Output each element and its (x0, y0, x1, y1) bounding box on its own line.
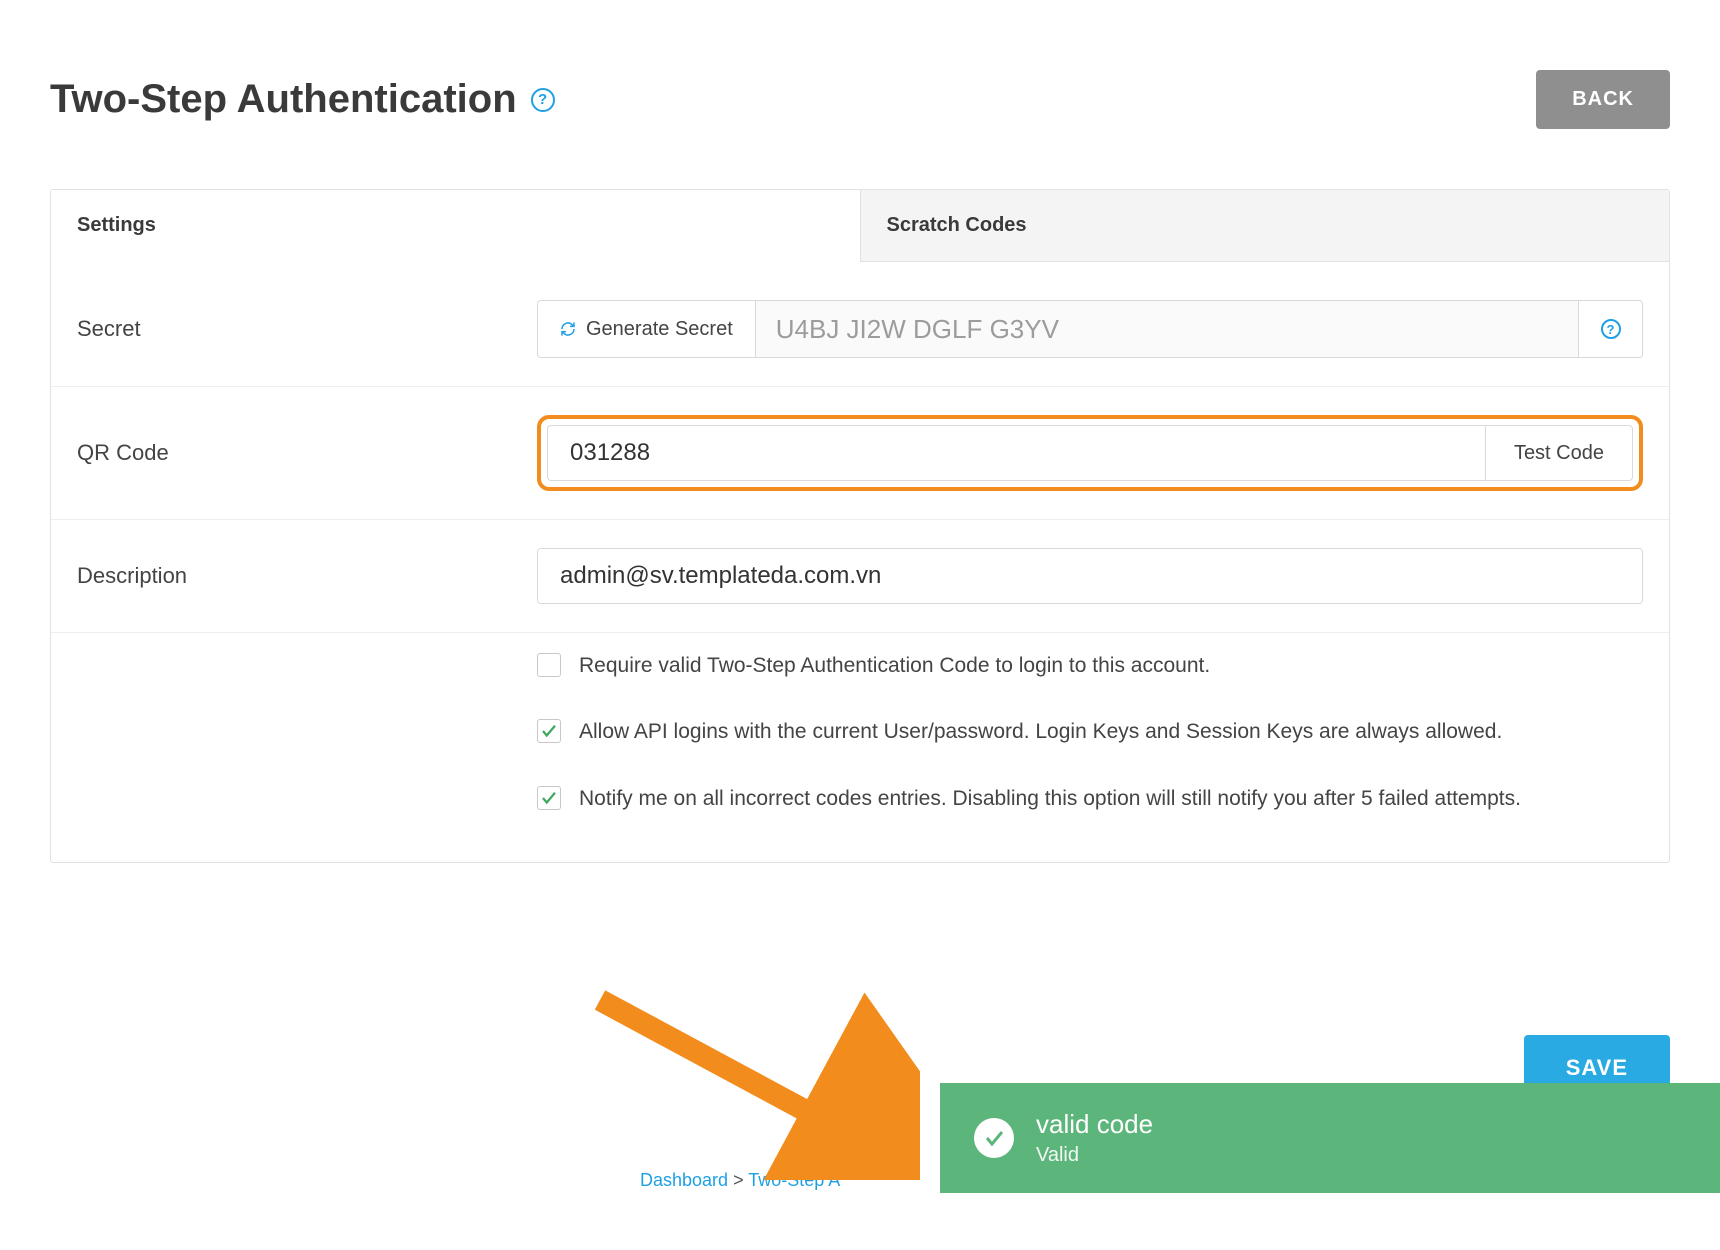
allow-api-checkbox[interactable] (537, 719, 561, 743)
back-button[interactable]: BACK (1536, 70, 1670, 129)
qr-code-label: QR Code (77, 440, 517, 466)
notify-label: Notify me on all incorrect codes entries… (579, 784, 1521, 814)
breadcrumb: Dashboard > Two-Step A (640, 1170, 840, 1191)
breadcrumb-sep: > (728, 1170, 748, 1190)
allow-api-label: Allow API logins with the current User/p… (579, 717, 1502, 747)
tab-scratch-codes[interactable]: Scratch Codes (860, 190, 1670, 262)
annotation-arrow-icon (580, 980, 920, 1180)
toast-title: valid code (1036, 1109, 1153, 1140)
notify-checkbox[interactable] (537, 786, 561, 810)
settings-panel: Settings Scratch Codes Secret Generate S… (50, 189, 1670, 863)
test-code-button[interactable]: Test Code (1485, 425, 1633, 481)
generate-secret-button[interactable]: Generate Secret (537, 300, 755, 358)
secret-help-button[interactable]: ? (1579, 300, 1643, 358)
check-circle-icon (974, 1118, 1014, 1158)
toast-valid-code: valid code Valid (940, 1083, 1720, 1193)
help-icon[interactable]: ? (531, 88, 555, 112)
tab-settings[interactable]: Settings (51, 190, 860, 262)
breadcrumb-current[interactable]: Two-Step A (748, 1170, 840, 1190)
refresh-icon (560, 321, 576, 337)
description-label: Description (77, 563, 517, 589)
require-2fa-label: Require valid Two-Step Authentication Co… (579, 651, 1210, 681)
toast-subtitle: Valid (1036, 1144, 1153, 1167)
secret-label: Secret (77, 316, 517, 342)
page-title-text: Two-Step Authentication (50, 77, 517, 122)
breadcrumb-dashboard[interactable]: Dashboard (640, 1170, 728, 1190)
generate-secret-label: Generate Secret (586, 318, 733, 341)
qr-code-input[interactable] (547, 425, 1485, 481)
secret-value: U4BJ JI2W DGLF G3YV (755, 300, 1579, 358)
require-2fa-checkbox[interactable] (537, 653, 561, 677)
description-input[interactable] (537, 548, 1643, 604)
qr-highlight: Test Code (537, 415, 1643, 491)
page-title: Two-Step Authentication ? (50, 77, 555, 122)
help-icon: ? (1601, 319, 1621, 339)
